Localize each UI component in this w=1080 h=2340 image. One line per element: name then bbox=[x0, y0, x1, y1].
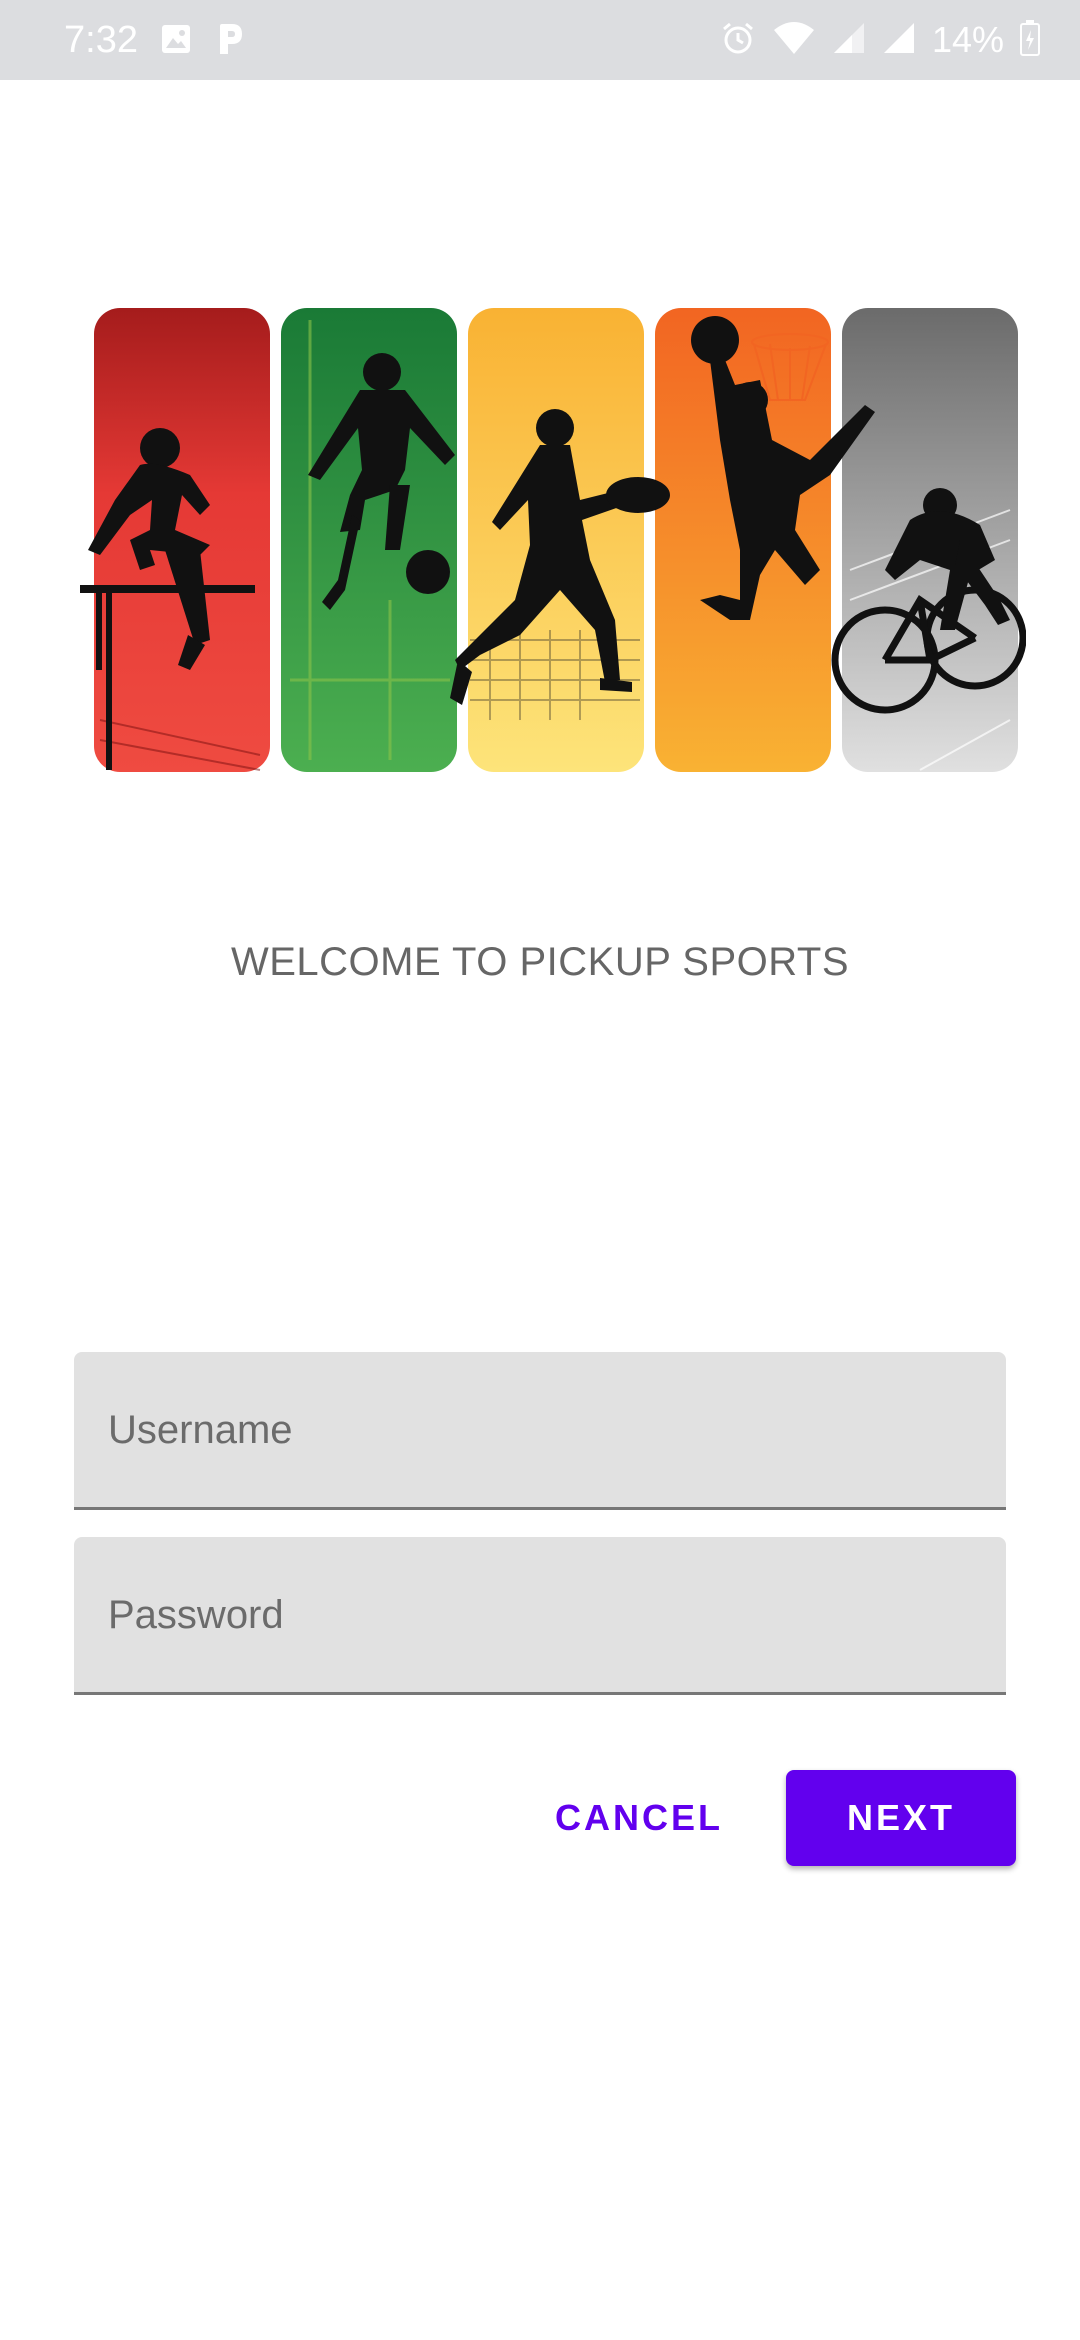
next-button[interactable]: NEXT bbox=[786, 1770, 1016, 1866]
welcome-title: WELCOME TO PICKUP SPORTS bbox=[230, 940, 850, 984]
image-icon bbox=[160, 23, 192, 60]
sports-hero-image bbox=[60, 300, 1027, 780]
username-field[interactable] bbox=[74, 1352, 1006, 1510]
signal-icon bbox=[882, 21, 916, 60]
cancel-button[interactable]: CANCEL bbox=[530, 1770, 748, 1866]
signal-icon bbox=[832, 21, 866, 60]
status-time: 7:32 bbox=[64, 19, 138, 61]
alarm-icon bbox=[720, 20, 756, 61]
password-input[interactable] bbox=[106, 1537, 970, 1694]
wifi-icon bbox=[772, 20, 816, 61]
password-field[interactable] bbox=[74, 1537, 1006, 1695]
username-input[interactable] bbox=[106, 1352, 970, 1509]
battery-percent: 14% bbox=[931, 19, 1004, 60]
battery-icon bbox=[1020, 19, 1040, 61]
status-bar: 7:32 14% bbox=[0, 0, 1080, 80]
p-app-icon bbox=[214, 22, 246, 61]
status-right-icons: 14% bbox=[720, 14, 1040, 66]
status-left-icons bbox=[160, 22, 246, 61]
